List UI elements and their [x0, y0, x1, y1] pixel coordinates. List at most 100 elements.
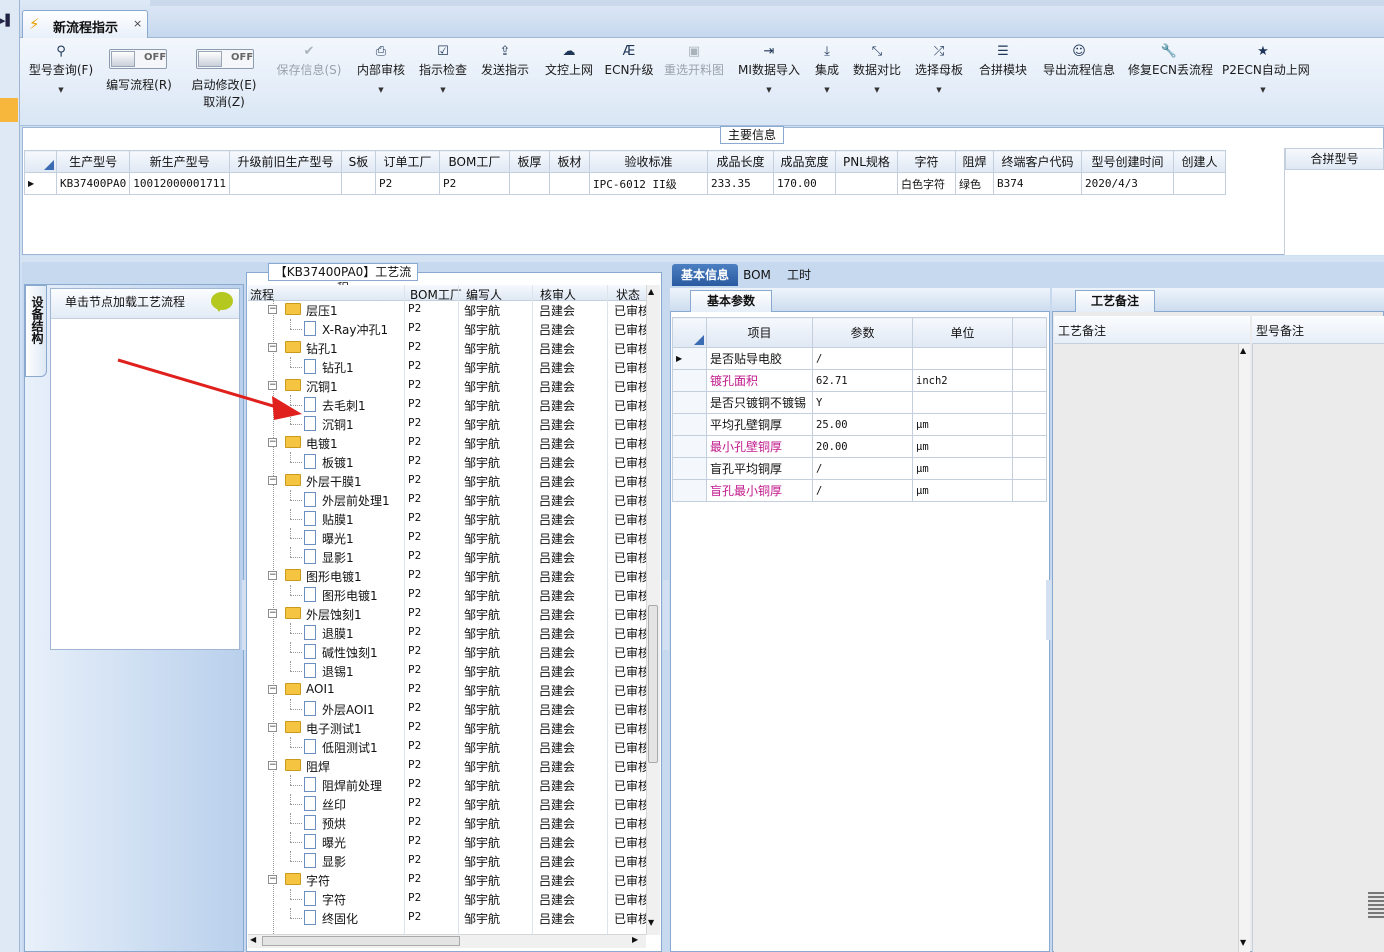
column-header[interactable]: 项目: [706, 317, 813, 348]
column-header[interactable]: 成品宽度: [772, 150, 836, 173]
repair-ecn-button[interactable]: 🔧 修复ECN丢流程: [1128, 43, 1213, 78]
device-structure-tab[interactable]: 设备结构: [25, 285, 47, 377]
row-indicator[interactable]: ▶: [672, 347, 707, 370]
chevron-down-icon[interactable]: ▼: [26, 86, 96, 94]
table-cell[interactable]: 绿色: [954, 172, 994, 195]
tree-row[interactable]: 字符 P2 邹宇航 吕建会 已审核: [248, 889, 646, 908]
param-unit-cell[interactable]: μm: [912, 457, 1013, 480]
column-header[interactable]: 字符: [896, 150, 956, 173]
table-row[interactable]: 盲孔平均铜厚 / μm: [672, 457, 1047, 480]
close-tab-icon[interactable]: ×: [133, 17, 142, 30]
table-cell[interactable]: [1172, 172, 1226, 195]
param-item-cell[interactable]: 平均孔壁铜厚: [706, 413, 813, 436]
param-unit-cell[interactable]: μm: [912, 413, 1013, 436]
column-header[interactable]: 终端客户代码: [992, 150, 1082, 173]
speech-bubble-icon[interactable]: [211, 292, 233, 312]
tree-row[interactable]: 显影 P2 邹宇航 吕建会 已审核: [248, 851, 646, 870]
tree-row[interactable]: 曝光1 P2 邹宇航 吕建会 已审核: [248, 528, 646, 547]
device-tree-area[interactable]: [50, 288, 240, 650]
table-row[interactable]: ▶ 是否贴导电胶 /: [672, 347, 1047, 370]
resize-grip[interactable]: [1368, 892, 1384, 918]
table-cell[interactable]: P2: [438, 172, 510, 195]
ecn-upgrade-button[interactable]: Æ ECN升级: [604, 43, 654, 78]
column-header[interactable]: 生产型号: [55, 150, 131, 173]
chevron-down-icon[interactable]: ▼: [736, 86, 802, 94]
row-indicator[interactable]: [672, 413, 707, 436]
p2ecn-online-button[interactable]: ★ P2ECN自动上网 ▼: [1222, 43, 1310, 94]
column-header[interactable]: 成品长度: [706, 150, 774, 173]
tree-row[interactable]: − 层压1 P2 邹宇航 吕建会 已审核: [248, 300, 646, 319]
tree-row[interactable]: − 电镀1 P2 邹宇航 吕建会 已审核: [248, 433, 646, 452]
column-header[interactable]: 板材: [548, 150, 590, 173]
param-value-cell[interactable]: 62.71: [812, 369, 913, 392]
table-cell[interactable]: [340, 172, 376, 195]
tree-row[interactable]: 图形电镀1 P2 邹宇航 吕建会 已审核: [248, 585, 646, 604]
tree-row[interactable]: 终固化 P2 邹宇航 吕建会 已审核: [248, 908, 646, 927]
tree-row[interactable]: − 图形电镀1 P2 邹宇航 吕建会 已审核: [248, 566, 646, 585]
mi-import-button[interactable]: ⇥ MI数据导入 ▼: [736, 43, 802, 94]
row-selector-header[interactable]: [672, 317, 707, 348]
table-row[interactable]: 最小孔壁铜厚 20.00 μm: [672, 435, 1047, 458]
table-row[interactable]: 是否只镀铜不镀锡 Y: [672, 391, 1047, 414]
instruction-check-button[interactable]: ☑ 指示检查 ▼: [416, 43, 470, 94]
column-header[interactable]: 验收标准: [588, 150, 708, 173]
column-header[interactable]: 型号创建时间: [1080, 150, 1174, 173]
select-motherboard-button[interactable]: ⤮ 选择母板 ▼: [912, 43, 966, 94]
vertical-scroll-thumb[interactable]: [648, 605, 658, 763]
scroll-down-icon[interactable]: ▼: [648, 918, 654, 927]
collapse-icon[interactable]: −: [268, 761, 277, 770]
remarks-scrollbar[interactable]: [1238, 344, 1250, 952]
chevron-down-icon[interactable]: ▼: [354, 86, 408, 94]
param-unit-cell[interactable]: [912, 391, 1013, 414]
row-indicator[interactable]: [672, 457, 707, 480]
collapse-icon[interactable]: −: [268, 438, 277, 447]
tree-row[interactable]: 曝光 P2 邹宇航 吕建会 已审核: [248, 832, 646, 851]
merge-module-button[interactable]: ☰ 合拼模块: [976, 43, 1030, 78]
table-cell[interactable]: 白色字符: [896, 172, 956, 195]
collapse-icon[interactable]: −: [268, 571, 277, 580]
collapse-icon[interactable]: −: [268, 875, 277, 884]
process-remarks-text[interactable]: [1054, 344, 1238, 952]
tree-row[interactable]: − 外层干膜1 P2 邹宇航 吕建会 已审核: [248, 471, 646, 490]
param-item-cell[interactable]: 盲孔平均铜厚: [706, 457, 813, 480]
chevron-down-icon[interactable]: ▼: [1222, 86, 1304, 94]
tree-row[interactable]: − 外层蚀刻1 P2 邹宇航 吕建会 已审核: [248, 604, 646, 623]
tree-row[interactable]: 碱性蚀刻1 P2 邹宇航 吕建会 已审核: [248, 642, 646, 661]
param-value-cell[interactable]: /: [812, 347, 913, 370]
table-cell[interactable]: IPC-6012 II级: [588, 172, 708, 195]
table-cell[interactable]: 2020/4/3: [1080, 172, 1174, 195]
integrate-button[interactable]: ⤓ 集成 ▼: [810, 43, 844, 94]
collapse-icon[interactable]: −: [268, 305, 277, 314]
table-cell[interactable]: [508, 172, 550, 195]
process-remarks-tab[interactable]: 工艺备注: [1075, 290, 1155, 312]
param-value-cell[interactable]: 20.00: [812, 435, 913, 458]
dock-pin-icon[interactable]: ▸▌: [0, 14, 16, 32]
panel-splitter[interactable]: [663, 580, 669, 650]
table-cell[interactable]: 170.00: [772, 172, 836, 195]
param-item-cell[interactable]: 镀孔面积: [706, 369, 813, 392]
data-compare-button[interactable]: ⤡ 数据对比 ▼: [850, 43, 904, 94]
scroll-up-icon[interactable]: ▲: [648, 287, 654, 296]
tree-row[interactable]: 外层前处理1 P2 邹宇航 吕建会 已审核: [248, 490, 646, 509]
tree-row[interactable]: 外层AOI1 P2 邹宇航 吕建会 已审核: [248, 699, 646, 718]
internal-review-button[interactable]: ⎙ 内部审核 ▼: [354, 43, 408, 94]
param-item-cell[interactable]: 盲孔最小铜厚: [706, 479, 813, 502]
save-info-button[interactable]: ✔ 保存信息(S): [272, 43, 346, 78]
tree-row[interactable]: − 字符 P2 邹宇航 吕建会 已审核: [248, 870, 646, 889]
model-remarks-header[interactable]: 型号备注: [1252, 316, 1384, 344]
tree-row[interactable]: 板镀1 P2 邹宇航 吕建会 已审核: [248, 452, 646, 471]
tree-row[interactable]: − 电子测试1 P2 邹宇航 吕建会 已审核: [248, 718, 646, 737]
collapse-icon[interactable]: −: [268, 685, 277, 694]
param-unit-cell[interactable]: μm: [912, 479, 1013, 502]
chevron-down-icon[interactable]: ▼: [850, 86, 904, 94]
tab-basic-info[interactable]: 基本信息: [672, 264, 738, 286]
collapse-icon[interactable]: −: [268, 723, 277, 732]
column-header[interactable]: 板厚: [508, 150, 550, 173]
chevron-down-icon[interactable]: ▼: [810, 86, 844, 94]
table-cell[interactable]: P2: [374, 172, 440, 195]
scroll-left-icon[interactable]: ◀: [250, 935, 256, 944]
table-row[interactable]: 镀孔面积 62.71 inch2: [672, 369, 1047, 392]
tree-row[interactable]: 阻焊前处理 P2 邹宇航 吕建会 已审核: [248, 775, 646, 794]
tree-row[interactable]: 预烘 P2 邹宇航 吕建会 已审核: [248, 813, 646, 832]
table-cell[interactable]: 10012000001711: [129, 172, 230, 195]
